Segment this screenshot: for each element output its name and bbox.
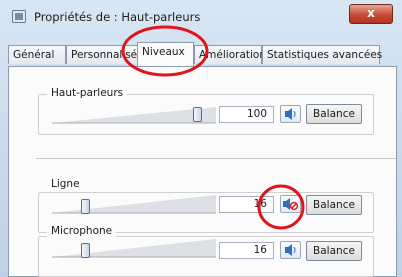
speakers-label: Haut-parleurs <box>47 87 128 99</box>
speakers-slider-thumb[interactable] <box>193 107 202 122</box>
speaker-app-icon <box>12 10 26 23</box>
microphone-balance-button[interactable]: Balance <box>306 241 362 261</box>
tab-label: Statistiques avancées <box>267 49 383 61</box>
window-title: Propriétés de : Haut-parleurs <box>34 10 201 24</box>
slider-ramp <box>52 239 216 258</box>
microphone-slider[interactable] <box>50 238 220 260</box>
microphone-volume-input[interactable]: 16 <box>219 242 274 259</box>
tab-niveaux[interactable]: Niveaux <box>137 42 194 66</box>
properties-window: Propriétés de : Haut-parleurs x Général … <box>0 0 402 277</box>
speaker-icon <box>285 108 296 120</box>
speakers-mute-button[interactable] <box>280 105 301 123</box>
divider <box>36 158 396 159</box>
tab-statistiques-avancees[interactable]: Statistiques avancées <box>262 45 383 64</box>
tab-personnalise[interactable]: Personnalisé <box>66 45 138 64</box>
line-label: Ligne <box>47 178 84 190</box>
close-icon: x <box>367 6 375 20</box>
levels-panel: Haut-parleurs 100 Balance Ligne 16 Balan… <box>8 66 397 277</box>
speaker-icon <box>285 244 296 256</box>
line-volume-input[interactable]: 16 <box>219 196 274 213</box>
tab-label: Niveaux <box>142 46 185 58</box>
line-mute-button[interactable] <box>280 195 301 213</box>
speaker-muted-icon <box>283 198 299 211</box>
title-bar: Propriétés de : Haut-parleurs x <box>0 0 402 32</box>
microphone-label: Microphone <box>47 225 117 237</box>
tab-label: Général <box>13 49 55 61</box>
speakers-volume-input[interactable]: 100 <box>219 106 274 123</box>
microphone-mute-button[interactable] <box>280 241 301 259</box>
speakers-slider[interactable] <box>50 104 220 126</box>
tab-general[interactable]: Général <box>8 45 66 64</box>
line-slider-thumb[interactable] <box>81 199 90 214</box>
tab-ameliorations[interactable]: Améliorations <box>194 45 271 64</box>
slider-ramp <box>52 195 216 214</box>
line-slider[interactable] <box>50 194 220 216</box>
microphone-slider-thumb[interactable] <box>81 243 90 258</box>
tab-label: Personnalisé <box>71 49 138 61</box>
line-balance-button[interactable]: Balance <box>306 195 362 215</box>
tab-label: Améliorations <box>199 49 272 61</box>
close-button[interactable]: x <box>349 4 393 24</box>
speakers-balance-button[interactable]: Balance <box>306 104 362 124</box>
